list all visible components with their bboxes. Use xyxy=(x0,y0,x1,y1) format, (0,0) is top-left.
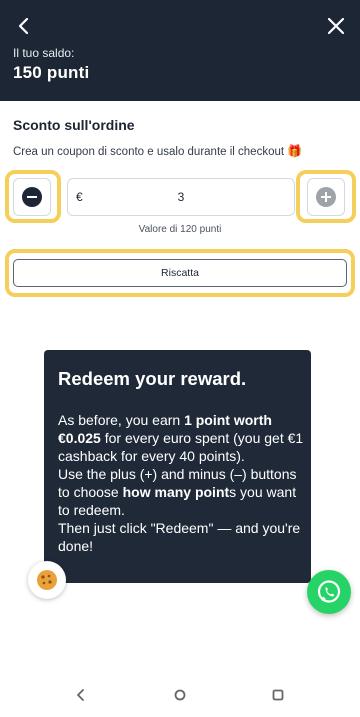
whatsapp-button[interactable] xyxy=(307,570,351,614)
plus-icon xyxy=(316,187,336,207)
onboarding-tooltip: Redeem your reward. As before, you earn … xyxy=(44,350,311,583)
cookie-icon xyxy=(37,570,57,590)
back-arrow-icon[interactable] xyxy=(12,14,36,38)
cookie-settings-button[interactable] xyxy=(28,561,66,599)
tooltip-body: As before, you earn 1 point worth €0.025… xyxy=(58,411,306,555)
points-value-note: Valore di 120 punti xyxy=(138,224,222,235)
nav-back-icon[interactable] xyxy=(73,687,89,703)
redeem-button[interactable]: Riscatta xyxy=(13,259,347,287)
tooltip-title: Redeem your reward. xyxy=(58,368,247,389)
nav-recents-icon[interactable] xyxy=(270,687,286,703)
tooltip-text: Then just click "Redeem" — and you're do… xyxy=(58,520,301,554)
whatsapp-icon xyxy=(317,580,341,603)
balance-value: 150 punti xyxy=(13,63,90,82)
section-description-text: Crea un coupon di sconto e usalo durante… xyxy=(13,146,285,158)
plus-button[interactable] xyxy=(307,178,345,216)
section-title: Sconto sull'ordine xyxy=(13,117,135,133)
tooltip-bold-text: how many point xyxy=(122,484,230,500)
nav-home-icon[interactable] xyxy=(172,687,188,703)
gift-icon: 🎁 xyxy=(287,144,303,158)
balance-label: Il tuo saldo: xyxy=(13,46,75,60)
system-nav-bar xyxy=(0,675,360,717)
close-icon[interactable] xyxy=(324,14,348,38)
quantity-value: 3 xyxy=(177,190,185,204)
section-description: Crea un coupon di sconto e usalo durante… xyxy=(13,144,302,158)
header: Il tuo saldo: 150 punti xyxy=(0,0,360,101)
quantity-field[interactable]: € 3 xyxy=(67,178,295,216)
minus-button[interactable] xyxy=(13,178,51,216)
minus-icon xyxy=(22,187,42,207)
tooltip-text: As before, you earn xyxy=(58,412,185,428)
